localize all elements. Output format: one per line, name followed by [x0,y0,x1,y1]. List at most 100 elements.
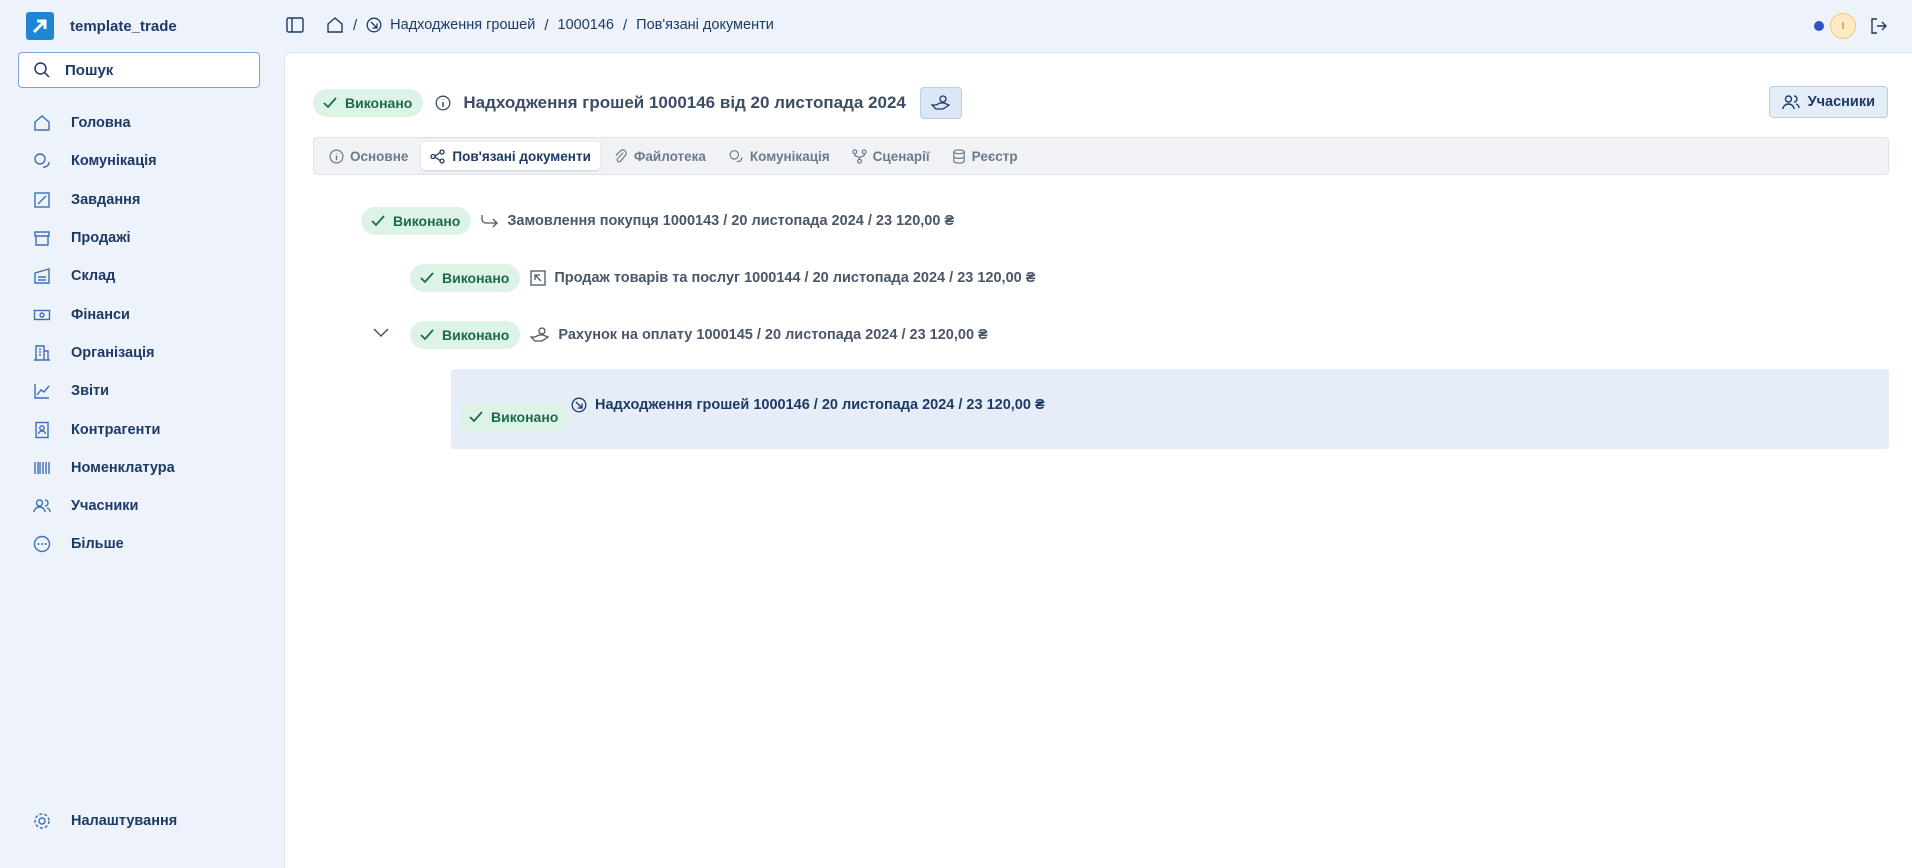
status-badge: Виконано [361,207,472,235]
tab-main[interactable]: Основне [320,142,417,170]
sidebar-item-communication[interactable]: Комунікація [0,142,284,180]
sidebar: template_trade Пошук Головна Комунікація… [0,0,284,868]
more-icon [33,535,51,553]
tab-label: Файлотека [633,148,706,164]
tab-communication[interactable]: Комунікація [719,142,839,170]
purchase-order-icon [481,214,499,228]
user-controls: I [1814,13,1888,39]
payment-action-button[interactable] [919,87,962,119]
sidebar-nav: Головна Комунікація Завдання Продажі Скл… [0,104,284,564]
contacts-icon [33,421,51,439]
breadcrumb-separator: / [622,16,628,34]
chat-icon [729,149,743,162]
sidebar-item-label: Контрагенти [71,421,161,438]
check-icon [371,215,385,227]
sidebar-item-more[interactable]: Більше [0,525,284,563]
current-document-row: Виконано Надходження грошей 1000146 / 20… [451,369,1889,449]
sidebar-item-nomenclature[interactable]: Номенклатура [0,449,284,487]
money-in-icon [366,17,382,33]
info-icon[interactable] [435,95,451,111]
status-badge: Виконано [459,403,570,431]
tab-scenarios[interactable]: Сценарії [843,142,939,170]
breadcrumb-separator: / [544,16,549,34]
status-badge: Виконано [410,264,521,292]
related-document-row[interactable]: Виконано Замовлення покупця 1000143 / 20… [361,207,954,235]
avatar[interactable]: I [1830,13,1856,39]
app-name: template_trade [70,17,177,35]
top-bar: / Надходження грошей / 1000146 / Пов'яза… [284,0,1912,50]
sidebar-item-counterparties[interactable]: Контрагенти [0,410,284,448]
status-label: Виконано [442,327,510,343]
check-icon [420,272,434,284]
breadcrumb-separator: / [353,16,358,34]
branch-icon [851,148,867,164]
breadcrumb-doc-number[interactable]: 1000146 [558,17,614,33]
sidebar-item-finance[interactable]: Фінанси [0,295,284,333]
breadcrumb-section[interactable]: Надходження грошей [390,17,535,33]
tab-files[interactable]: Файлотека [604,142,715,170]
chat-icon [33,152,51,170]
status-label: Виконано [491,409,559,425]
participants-button[interactable]: Учасники [1768,86,1888,118]
related-document-row[interactable]: Виконано Рахунок на оплату 1000145 / 20 … [410,321,988,349]
breadcrumb: / Надходження грошей / 1000146 / Пов'яза… [326,16,774,34]
sidebar-item-participants[interactable]: Учасники [0,487,284,525]
money-icon [33,306,51,324]
tab-label: Пов'язані документи [452,148,591,164]
users-icon [1781,95,1800,110]
status-badge: Виконано [313,89,424,117]
sidebar-item-organization[interactable]: Організація [0,334,284,372]
main-panel: Виконано Надходження грошей 1000146 від … [284,52,1912,868]
sidebar-item-label: Налаштування [71,813,178,830]
status-badge: Виконано [410,321,521,349]
tab-label: Сценарії [872,148,930,164]
sidebar-item-label: Комунікація [71,153,157,170]
logout-icon[interactable] [1870,17,1888,35]
store-icon [33,229,51,247]
document-tabs: Основне Пов'язані документи Файлотека Ко… [313,137,1889,175]
relations-icon [430,148,446,164]
chart-icon [33,382,51,400]
status-label: Виконано [393,213,461,229]
brand[interactable]: template_trade [26,12,177,40]
warehouse-icon [33,267,51,285]
document-header: Виконано Надходження грошей 1000146 від … [313,87,962,119]
current-document-label: Надходження грошей 1000146 / 20 листопад… [595,397,1045,413]
sidebar-item-label: Фінанси [71,306,130,323]
sidebar-item-reports[interactable]: Звіти [0,372,284,410]
status-label: Виконано [345,95,413,111]
database-icon [952,148,965,164]
barcode-icon [33,459,51,477]
sidebar-item-sales[interactable]: Продажі [0,219,284,257]
related-document-link[interactable]: Рахунок на оплату 1000145 / 20 листопада… [558,327,987,343]
tab-related-documents[interactable]: Пов'язані документи [421,142,600,170]
tab-label: Основне [350,148,409,164]
search-input[interactable]: Пошук [18,52,260,88]
tab-label: Комунікація [749,148,830,164]
participants-label: Учасники [1807,94,1875,110]
sidebar-toggle-icon[interactable] [286,17,304,33]
tab-registry[interactable]: Реєстр [943,142,1027,170]
breadcrumb-current-page: Пов'язані документи [636,17,774,33]
sidebar-item-label: Склад [71,268,116,285]
related-document-row[interactable]: Виконано Продаж товарів та послуг 100014… [410,264,1035,292]
sidebar-item-warehouse[interactable]: Склад [0,257,284,295]
sidebar-item-label: Учасники [71,498,139,515]
check-icon [469,411,483,423]
related-document-link[interactable]: Замовлення покупця 1000143 / 20 листопад… [507,213,954,229]
sidebar-item-settings[interactable]: Налаштування [0,802,284,840]
chevron-down-icon[interactable] [373,328,389,338]
tab-label: Реєстр [971,148,1018,164]
sidebar-item-home[interactable]: Головна [0,104,284,142]
breadcrumb-home-icon[interactable] [326,16,344,34]
current-status: Виконано [459,403,570,431]
sidebar-item-label: Звіти [71,383,110,400]
check-icon [420,329,434,341]
sidebar-item-label: Продажі [71,230,131,247]
current-document: Надходження грошей 1000146 / 20 листопад… [571,397,1045,413]
sidebar-item-label: Головна [71,115,131,132]
related-document-link[interactable]: Продаж товарів та послуг 1000144 / 20 ли… [554,270,1035,286]
sidebar-item-tasks[interactable]: Завдання [0,181,284,219]
page-title: Надходження грошей 1000146 від 20 листоп… [463,93,906,112]
app-logo-icon [26,12,54,40]
